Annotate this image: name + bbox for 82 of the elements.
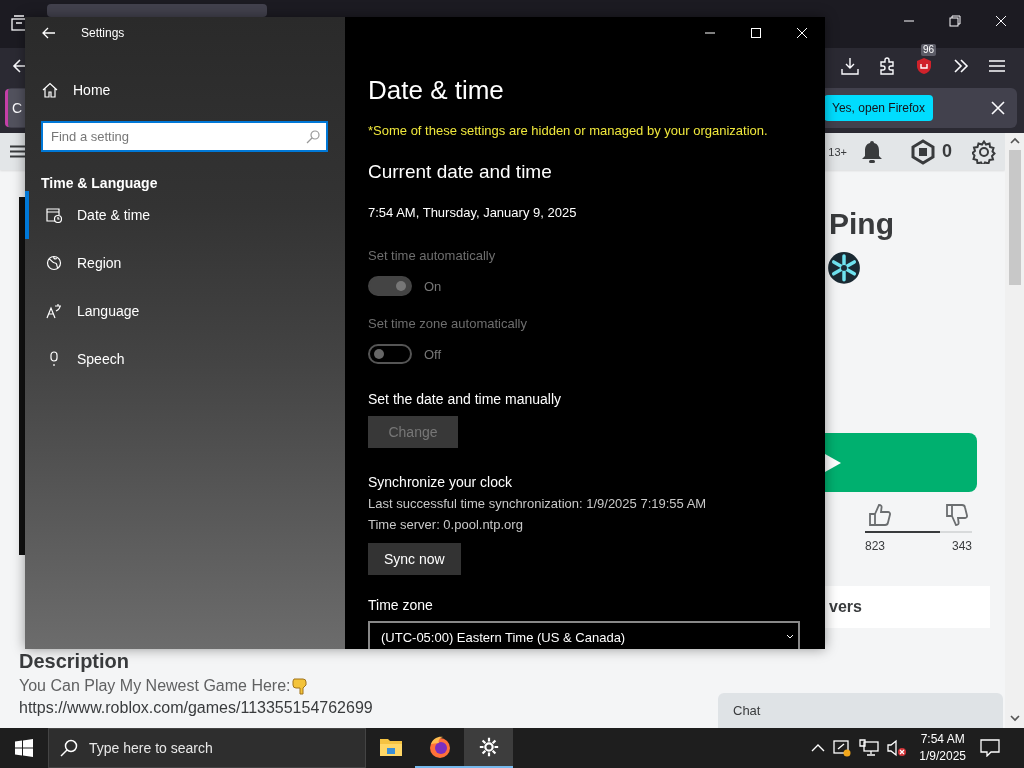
nav-item[interactable]: Speech <box>25 335 345 383</box>
thumbs-down-icon[interactable] <box>945 503 969 528</box>
download-icon[interactable] <box>841 57 859 75</box>
last-sync-text: Last successful time synchronization: 1/9/2025 7:19:55 AM <box>368 496 707 511</box>
scrollbar[interactable] <box>1005 133 1024 728</box>
windows-start-icon[interactable] <box>15 739 33 757</box>
section-heading: Time & Language <box>41 175 159 191</box>
time-zone-dropdown[interactable]: (UTC-05:00) Eastern Time (US & Canada) <box>368 621 800 649</box>
page-title: Date & time <box>368 75 504 106</box>
chat-bar[interactable]: Chat <box>718 693 1003 728</box>
toggle-state: On <box>424 278 442 294</box>
pointing-hand-icon <box>290 677 309 695</box>
time-server-text: Time server: 0.pool.ntp.org <box>368 517 523 532</box>
sync-now-button[interactable]: Sync now <box>368 543 461 575</box>
chat-label: Chat <box>733 703 761 718</box>
volume-muted-icon[interactable] <box>887 739 908 757</box>
close-icon <box>995 15 1007 27</box>
browser-icon <box>427 735 452 759</box>
downvote-count: 343 <box>951 539 972 554</box>
shield-extension-icon[interactable] <box>915 57 933 75</box>
robux-icon[interactable] <box>910 138 936 165</box>
search-field[interactable]: Find a setting <box>41 121 328 152</box>
search-icon <box>306 130 320 144</box>
gear-taskbar-button[interactable] <box>464 728 513 768</box>
thumbs-up-icon[interactable] <box>868 503 892 528</box>
toggle-label: Set time zone automatically <box>368 316 527 331</box>
current-date-time: 7:54 AM, Thursday, January 9, 2025 <box>368 205 577 220</box>
nav-item[interactable]: Region <box>25 239 345 287</box>
servers-tab[interactable]: vers <box>825 586 990 628</box>
scroll-up-icon[interactable] <box>1009 137 1020 145</box>
back-icon[interactable] <box>12 58 28 74</box>
close-icon <box>797 27 807 38</box>
language-icon <box>46 303 62 319</box>
game-title: Ping <box>829 207 894 241</box>
description-text: You Can Play My Newest Game Here: <box>19 677 291 695</box>
toggle-state: Off <box>424 346 442 362</box>
scroll-down-icon[interactable] <box>1009 714 1020 722</box>
upvote-count: 823 <box>865 539 886 554</box>
restore-icon <box>949 15 961 27</box>
notification-icon[interactable] <box>980 739 1000 757</box>
description-heading: Description <box>19 650 131 672</box>
settings-icon[interactable] <box>972 139 996 164</box>
toggle-label: Set time automatically <box>368 248 496 263</box>
bell-icon[interactable] <box>861 139 883 164</box>
clock-date: 1/9/2025 <box>919 748 966 765</box>
calendar-clock-icon <box>46 207 62 223</box>
puzzle-icon[interactable] <box>878 57 896 75</box>
extension-badge: 96 <box>921 44 937 56</box>
snowflake-icon <box>827 251 861 285</box>
search-icon <box>60 739 78 757</box>
gear-icon <box>477 736 500 758</box>
notification-button[interactable]: C <box>5 89 25 127</box>
play-button[interactable] <box>825 432 977 493</box>
folder-icon <box>378 736 403 758</box>
close-icon[interactable] <box>991 101 1005 115</box>
globe-icon <box>46 255 62 271</box>
window-title: Settings <box>81 25 125 40</box>
section-heading: Synchronize your clock <box>368 474 512 490</box>
tray-app-icon[interactable] <box>833 739 852 757</box>
menu-icon[interactable] <box>10 145 26 158</box>
robux-balance: 0 <box>942 141 952 162</box>
setting-label: Set the date and time manually <box>368 391 561 407</box>
section-heading: Current date and time <box>368 161 552 183</box>
taskbar-clock[interactable]: 7:54 AM 1/9/2025 <box>919 731 966 765</box>
setting-label: Time zone <box>368 597 433 613</box>
home-icon <box>42 82 58 98</box>
back-icon[interactable] <box>42 26 56 39</box>
double-chevron-icon[interactable] <box>952 57 970 75</box>
age-rating: 13+ <box>828 145 847 158</box>
nav-item[interactable]: Language <box>25 287 345 335</box>
clock-time: 7:54 AM <box>920 731 965 748</box>
tab-list-icon[interactable] <box>11 15 27 31</box>
taskbar-search-field[interactable]: Type here to search <box>48 728 366 768</box>
scroll-thumb[interactable] <box>1008 150 1021 285</box>
network-icon[interactable] <box>859 739 880 757</box>
chevron-icon <box>786 634 794 640</box>
chevron-up-icon[interactable] <box>811 743 826 753</box>
home-item[interactable]: Home <box>42 78 345 102</box>
maximize-icon <box>751 27 761 38</box>
managed-notice: *Some of these settings are hidden or managed by your organization. <box>368 123 768 138</box>
open-firefox-button[interactable]: Yes, open Firefox <box>824 95 933 121</box>
game-link[interactable]: https://www.roblox.com/games/113355154762699 <box>19 699 619 717</box>
